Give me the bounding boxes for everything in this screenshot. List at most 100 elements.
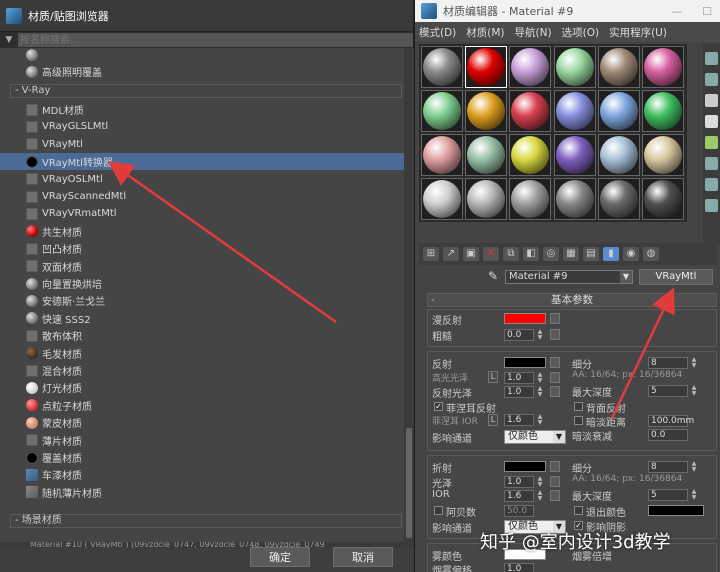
highlight-gloss-input[interactable]: 1.0	[504, 372, 534, 384]
go-forward-sibling-icon[interactable]: ◉	[623, 247, 639, 261]
material-name-field[interactable]: Material #9 ▼	[505, 270, 633, 284]
menu-options[interactable]: 选项(O)	[562, 25, 599, 40]
list-item[interactable]: VRayOSLMtl	[0, 171, 404, 188]
sample-uv-tiling-icon[interactable]	[705, 115, 718, 128]
refraction-gloss-input[interactable]: 1.0	[504, 476, 534, 488]
dim-falloff-input[interactable]: 0.0	[648, 429, 688, 441]
abbe-checkbox[interactable]	[434, 506, 443, 515]
refraction-subdivs-input[interactable]: 8	[648, 461, 688, 473]
material-sample-slot[interactable]	[465, 46, 508, 88]
list-item[interactable]: 快速 SSS2	[0, 310, 404, 327]
list-item[interactable]: 向量置换烘培	[0, 275, 404, 292]
list-item[interactable]: 双面材质	[0, 258, 404, 275]
material-sample-slot[interactable]	[421, 46, 463, 88]
list-item[interactable]: 毛发材质	[0, 345, 404, 362]
dim-distance-checkbox[interactable]	[574, 416, 583, 425]
backlight-icon[interactable]	[705, 73, 718, 86]
fresnel-checkbox[interactable]: ✓	[434, 402, 443, 411]
material-sample-slot[interactable]	[642, 134, 684, 176]
material-sample-slot[interactable]	[597, 90, 640, 132]
sample-type-icon[interactable]	[705, 52, 718, 65]
reflection-gloss-map-button[interactable]	[550, 386, 560, 397]
spinner-icon[interactable]: ▲ ▼	[536, 414, 544, 426]
chevron-down-icon[interactable]: ▼	[620, 271, 632, 283]
spinner-icon[interactable]: ▲ ▼	[690, 461, 698, 473]
list-item[interactable]: 散布体积	[0, 327, 404, 344]
group-header-scene-materials[interactable]: - 场景材质	[10, 514, 402, 528]
material-sample-slot[interactable]	[421, 90, 463, 132]
spinner-icon[interactable]: ▲ ▼	[690, 385, 698, 397]
assign-to-selection-icon[interactable]: ▣	[463, 247, 479, 261]
list-item[interactable]: VRayScannedMtl	[0, 188, 404, 205]
reflection-color-swatch[interactable]	[504, 357, 546, 368]
ior-input[interactable]: 1.6	[504, 490, 534, 502]
refraction-color-swatch[interactable]	[504, 461, 546, 472]
list-item[interactable]: VRayMtl	[0, 136, 404, 153]
material-sample-slot[interactable]	[597, 46, 640, 88]
material-sample-slot[interactable]	[509, 178, 552, 220]
material-sample-slot[interactable]	[553, 134, 596, 176]
show-end-result-icon[interactable]: ▤	[583, 247, 599, 261]
list-item[interactable]: 覆盖材质	[0, 449, 404, 466]
material-sample-slot[interactable]	[465, 178, 508, 220]
material-sample-slot[interactable]	[509, 46, 552, 88]
list-item[interactable]: 车漆材质	[0, 466, 404, 483]
material-id-channel-icon[interactable]: ◎	[543, 247, 559, 261]
material-sample-slot[interactable]	[509, 90, 552, 132]
get-material-icon[interactable]: ⊞	[423, 247, 439, 261]
material-sample-slot[interactable]	[553, 178, 596, 220]
menu-material[interactable]: 材质(M)	[466, 25, 504, 40]
material-sample-slot[interactable]	[597, 178, 640, 220]
material-sample-slot[interactable]	[597, 134, 640, 176]
fresnel-ior-input[interactable]: 1.6	[504, 414, 534, 426]
list-item[interactable]: 薄片材质	[0, 432, 404, 449]
diffuse-map-button[interactable]	[550, 313, 560, 324]
minimize-icon[interactable]: —	[671, 5, 682, 18]
options-icon[interactable]	[705, 178, 718, 191]
put-to-library-icon[interactable]: ◧	[523, 247, 539, 261]
back-side-reflect-checkbox[interactable]	[574, 402, 583, 411]
go-to-parent-icon[interactable]: ▮	[603, 247, 619, 261]
material-type-button[interactable]: VRayMtl	[639, 269, 713, 285]
reflection-subdivs-input[interactable]: 8	[648, 357, 688, 369]
material-sample-slot[interactable]	[465, 90, 508, 132]
list-item[interactable]: VRayMtl转换器	[0, 153, 404, 171]
material-sample-slot[interactable]	[509, 134, 552, 176]
material-sample-slot[interactable]	[642, 90, 684, 132]
background-icon[interactable]	[705, 94, 718, 107]
ok-button[interactable]: 确定	[250, 547, 310, 567]
make-unique-icon[interactable]: ⧉	[503, 247, 519, 261]
exit-color-swatch[interactable]	[648, 505, 704, 516]
list-item[interactable]: 随机薄片材质	[0, 484, 404, 501]
reflection-gloss-input[interactable]: 1.0	[504, 386, 534, 398]
material-sample-slot[interactable]	[421, 178, 463, 220]
spinner-icon[interactable]: ▲ ▼	[536, 490, 544, 502]
highlight-gloss-lock-button[interactable]: L	[488, 371, 498, 383]
browser-scrollbar[interactable]	[404, 48, 414, 542]
list-item[interactable]	[0, 48, 404, 63]
abbe-input[interactable]: 50.0	[504, 505, 534, 517]
list-item[interactable]: 灯光材质	[0, 379, 404, 396]
search-by-name-input[interactable]	[18, 33, 413, 47]
list-item[interactable]: 凹凸材质	[0, 240, 404, 257]
dim-distance-input[interactable]: 100.0mm	[648, 415, 694, 427]
menu-navigation[interactable]: 导航(N)	[515, 25, 552, 40]
spinner-icon[interactable]: ▲ ▼	[536, 476, 544, 488]
maximize-icon[interactable]: ☐	[702, 5, 712, 18]
collapse-icon[interactable]: -	[431, 294, 435, 306]
video-color-check-icon[interactable]	[705, 136, 718, 149]
ior-map-button[interactable]	[550, 490, 560, 501]
spinner-icon[interactable]: ▲ ▼	[536, 329, 544, 341]
reflection-map-button[interactable]	[550, 357, 560, 368]
make-preview-icon[interactable]	[705, 157, 718, 170]
menu-utilities[interactable]: 实用程序(U)	[609, 25, 667, 40]
list-item[interactable]: 点粒子材质	[0, 397, 404, 414]
spinner-icon[interactable]: ▲ ▼	[536, 372, 544, 384]
diffuse-color-swatch[interactable]	[504, 313, 546, 324]
material-sample-slot[interactable]	[421, 134, 463, 176]
spinner-icon[interactable]: ▲ ▼	[690, 489, 698, 501]
refraction-map-button[interactable]	[550, 461, 560, 472]
list-item[interactable]: VRayGLSLMtl	[0, 118, 404, 135]
put-to-scene-icon[interactable]: ↗	[443, 247, 459, 261]
show-map-in-viewport-icon[interactable]: ▦	[563, 247, 579, 261]
